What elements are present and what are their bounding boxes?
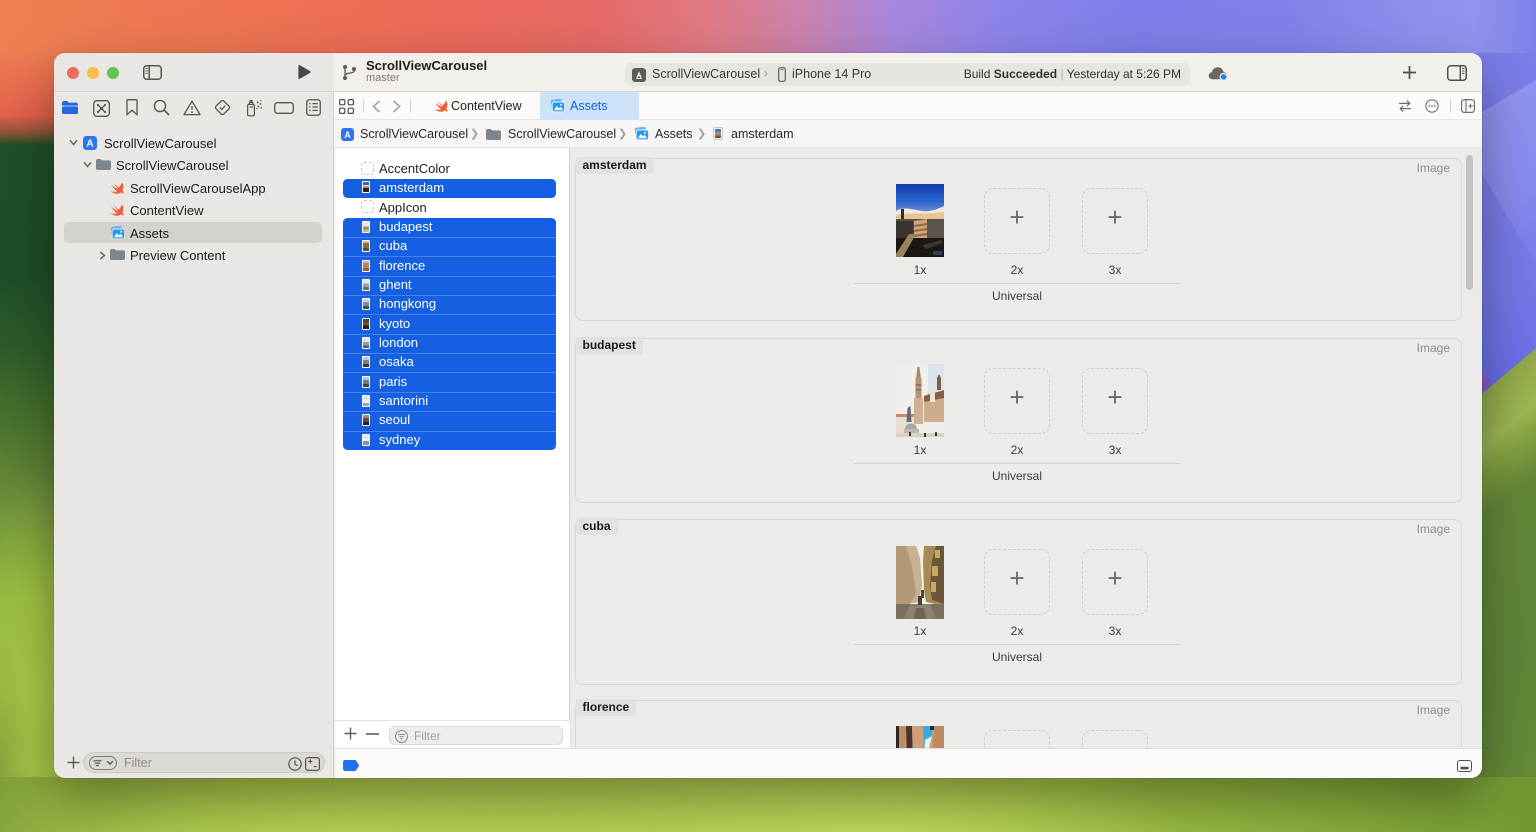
svg-text:A: A xyxy=(344,130,351,140)
svg-text:A: A xyxy=(86,139,93,150)
